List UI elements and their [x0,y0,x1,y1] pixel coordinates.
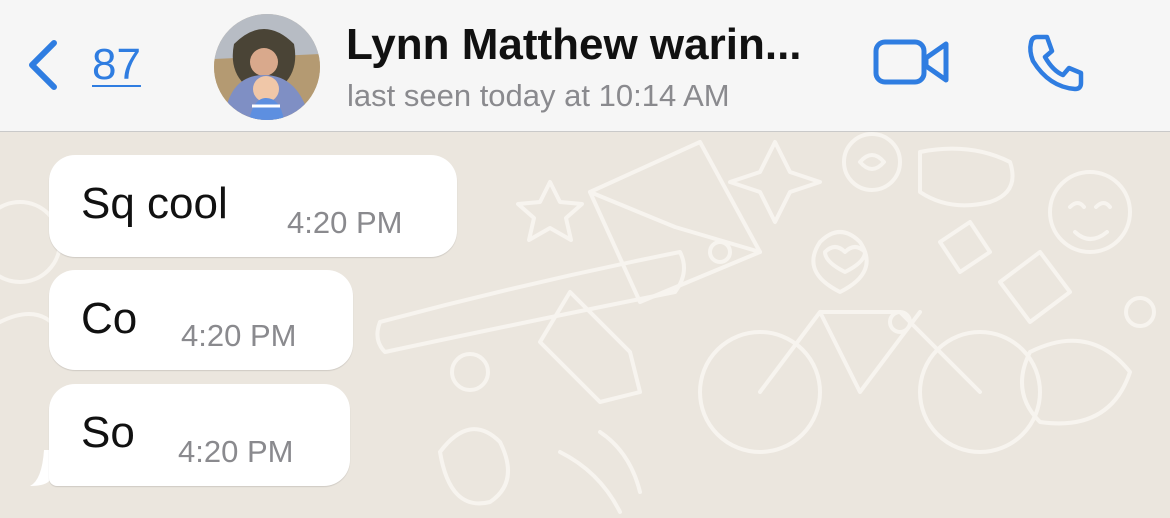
contact-name[interactable]: Lynn Matthew warin... [346,20,802,70]
contact-avatar[interactable] [214,14,320,120]
message-time: 4:20 PM [181,318,297,353]
voice-call-button[interactable] [1020,30,1090,100]
message-bubble[interactable]: Sq cool 4:20 PM [49,155,457,257]
video-camera-icon [872,34,952,95]
chat-screen: 87 Lynn Matthew warin... last seen today… [0,0,1170,518]
message-time: 4:20 PM [178,434,294,469]
last-seen-status: last seen today at 10:14 AM [347,78,730,113]
message-bubble[interactable]: So 4:20 PM [49,384,350,486]
message-text: So [81,408,135,457]
unread-count: 87 [92,40,141,89]
back-button[interactable]: 87 [22,30,162,100]
video-call-button[interactable] [872,34,952,94]
chat-header: 87 Lynn Matthew warin... last seen today… [0,0,1170,132]
message-text: Co [81,294,138,343]
message-bubble[interactable]: Co 4:20 PM [49,270,353,370]
message-time: 4:20 PM [287,205,403,240]
phone-icon [1023,31,1087,100]
chevron-left-icon [22,35,66,95]
message-text: Sq cool [81,179,228,228]
